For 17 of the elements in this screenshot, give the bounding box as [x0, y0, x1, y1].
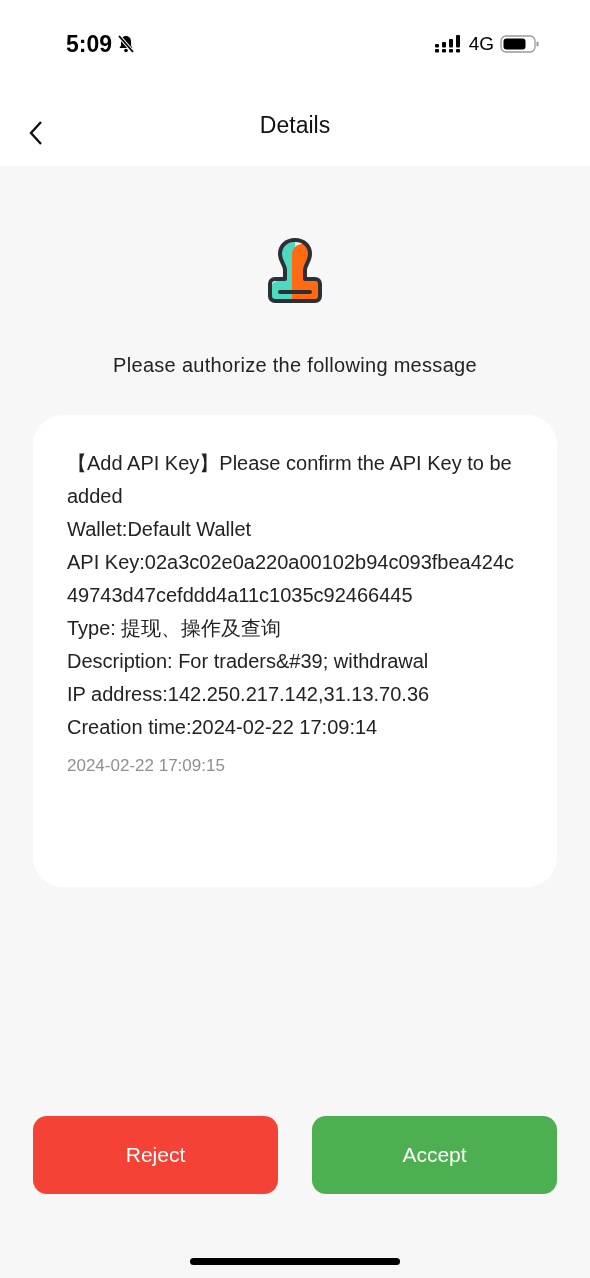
- message-line: Type: 提现、操作及查询: [67, 616, 283, 641]
- message-line: 【Add API Key】Please confirm the API Key to be added: [67, 451, 513, 509]
- accept-button[interactable]: Accept: [312, 1116, 557, 1194]
- status-time: 5:09: [66, 30, 113, 58]
- bell-muted-icon: [116, 34, 137, 54]
- signal-icon: [434, 34, 463, 54]
- page-title: Details: [259, 111, 331, 139]
- battery-icon: [500, 34, 540, 54]
- authorize-prompt: Please authorize the following message: [113, 354, 477, 377]
- message-line: Creation time:2024-02-22 17:09:14: [67, 715, 379, 740]
- message-timestamp: 2024-02-22 17:09:15: [67, 756, 226, 776]
- message-line: API Key:02a3c02e0a220a00102b94c093fbea424c49743d47cefddd4a11c1035c92466445: [67, 550, 516, 608]
- reject-button[interactable]: Reject: [33, 1116, 278, 1194]
- message-line: Description: For traders&#39; withdrawal: [67, 649, 430, 674]
- message-line: Wallet:Default Wallet: [67, 517, 253, 542]
- network-label: 4G: [468, 33, 494, 55]
- message-line: IP address:142.250.217.142,31.13.70.36: [67, 682, 431, 707]
